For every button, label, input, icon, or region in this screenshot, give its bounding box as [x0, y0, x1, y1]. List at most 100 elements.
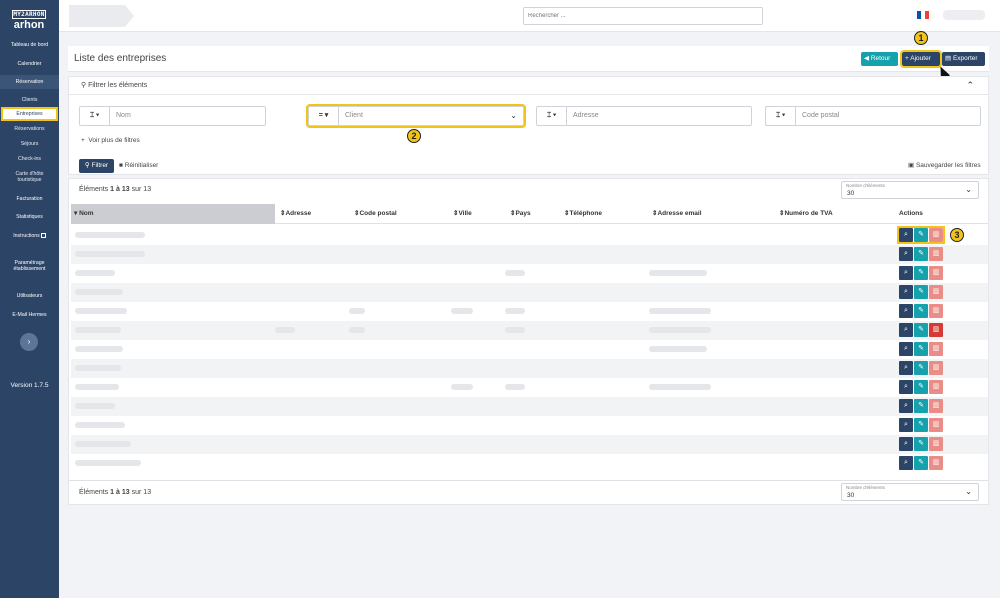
edit-icon[interactable]: ✎	[914, 342, 928, 356]
sidebar-item-reservation[interactable]: Réservation	[0, 75, 59, 89]
view-icon[interactable]: ⌕	[899, 285, 913, 299]
add-button[interactable]: + Ajouter	[900, 50, 942, 68]
sidebar-item-clients[interactable]: Clients	[0, 97, 59, 103]
table-row[interactable]: ⌕ ✎ ▥	[71, 283, 988, 302]
sidebar-item-email-hermes[interactable]: E-Mail Hermes	[0, 312, 59, 318]
delete-icon[interactable]: ▥	[929, 228, 943, 242]
table-row[interactable]: ⌕ ✎ ▥	[71, 340, 988, 359]
edit-icon[interactable]: ✎	[914, 456, 928, 470]
reset-filter-button[interactable]: ■ Réinitialiser	[119, 159, 179, 173]
view-icon[interactable]: ⌕	[899, 247, 913, 261]
view-icon[interactable]: ⌕	[899, 266, 913, 280]
view-icon[interactable]: ⌕	[899, 342, 913, 356]
page-size-select[interactable]: Nombre d'éléments 30 ⌄	[841, 181, 979, 199]
column-header-nom[interactable]: ▾ Nom	[71, 204, 275, 224]
page-size-select-bottom[interactable]: Nombre d'éléments 30 ⌄	[841, 483, 979, 501]
search-input[interactable]	[523, 7, 763, 25]
column-header-code-postal[interactable]: ⇕Code postal	[354, 204, 397, 224]
table-row[interactable]: ⌕ ✎ ▥	[71, 226, 988, 245]
sidebar-item-instructions[interactable]: Instructions	[0, 233, 59, 239]
column-header-ville[interactable]: ⇕Ville	[453, 204, 472, 224]
breadcrumb[interactable]	[69, 5, 134, 27]
table-row[interactable]: ⌕ ✎ ▥	[71, 321, 988, 340]
more-filters-link[interactable]: + Voir plus de filtres	[81, 137, 140, 144]
edit-icon[interactable]: ✎	[914, 399, 928, 413]
edit-icon[interactable]: ✎	[914, 380, 928, 394]
delete-icon[interactable]: ▥	[929, 437, 943, 451]
edit-icon[interactable]: ✎	[914, 304, 928, 318]
export-button[interactable]: ▤ Exporter	[942, 52, 985, 66]
delete-icon[interactable]: ▥	[929, 456, 943, 470]
sidebar-item-statistiques[interactable]: Statistiques	[0, 214, 59, 220]
app-logo[interactable]: MY2ARHON arhon	[12, 10, 46, 31]
apply-filter-button[interactable]: ⚲ Filtrer	[79, 159, 114, 173]
edit-icon[interactable]: ✎	[914, 437, 928, 451]
filter-adresse-input[interactable]: Adresse	[573, 107, 599, 125]
edit-icon[interactable]: ✎	[914, 228, 928, 242]
view-icon[interactable]: ⌕	[899, 228, 913, 242]
edit-icon[interactable]: ✎	[914, 247, 928, 261]
edit-icon[interactable]: ✎	[914, 285, 928, 299]
view-icon[interactable]: ⌕	[899, 361, 913, 375]
column-header-telephone[interactable]: ⇕Téléphone	[564, 204, 602, 224]
delete-icon[interactable]: ▥	[929, 342, 943, 356]
view-icon[interactable]: ⌕	[899, 380, 913, 394]
table-row[interactable]: ⌕ ✎ ▥	[71, 397, 988, 416]
view-icon[interactable]: ⌕	[899, 323, 913, 337]
sidebar-item-facturation[interactable]: Facturation	[0, 196, 59, 202]
edit-icon[interactable]: ✎	[914, 323, 928, 337]
filter-client-select[interactable]: Client	[345, 107, 363, 125]
column-header-tva[interactable]: ⇕Numéro de TVA	[779, 204, 833, 224]
view-icon[interactable]: ⌕	[899, 456, 913, 470]
column-header-adresse[interactable]: ⇕Adresse	[280, 204, 311, 224]
delete-icon[interactable]: ▥	[929, 285, 943, 299]
table-row[interactable]: ⌕ ✎ ▥	[71, 416, 988, 435]
table-row[interactable]: ⌕ ✎ ▥	[71, 264, 988, 283]
delete-icon[interactable]: ▥	[929, 266, 943, 280]
user-menu[interactable]	[943, 10, 985, 20]
delete-icon[interactable]: ▥	[929, 380, 943, 394]
view-icon[interactable]: ⌕	[899, 418, 913, 432]
table-row[interactable]: ⌕ ✎ ▥	[71, 359, 988, 378]
sidebar-item-entreprises[interactable]: Entreprises	[1, 107, 58, 121]
sidebar-item-calendrier[interactable]: Calendrier	[0, 61, 59, 67]
view-icon[interactable]: ⌕	[899, 399, 913, 413]
filter-code-postal-input[interactable]: Code postal	[802, 107, 839, 125]
sidebar-item-check-ins[interactable]: Check-ins	[0, 156, 59, 162]
filter-client[interactable]: = ▾ Client ⌄	[306, 104, 526, 128]
edit-icon[interactable]: ✎	[914, 266, 928, 280]
column-header-email[interactable]: ⇕Adresse email	[652, 204, 702, 224]
edit-icon[interactable]: ✎	[914, 418, 928, 432]
delete-icon[interactable]: ▥	[929, 247, 943, 261]
filter-operator-code-postal[interactable]: ⌶ ▾	[766, 107, 796, 125]
back-button[interactable]: ◀ Retour	[861, 52, 898, 66]
view-icon[interactable]: ⌕	[899, 304, 913, 318]
filter-adresse[interactable]: ⌶ ▾ Adresse	[536, 106, 752, 126]
column-header-pays[interactable]: ⇕Pays	[510, 204, 531, 224]
sidebar-item-tableau-de-bord[interactable]: Tableau de bord	[0, 42, 59, 48]
delete-icon[interactable]: ▥	[929, 304, 943, 318]
filter-nom[interactable]: ⌶ ▾ Nom	[79, 106, 266, 126]
delete-icon[interactable]: ▥	[929, 323, 943, 337]
sidebar-item-reservations[interactable]: Réservations	[0, 126, 59, 132]
table-row[interactable]: ⌕ ✎ ▥	[71, 378, 988, 397]
sidebar-item-carte-hote[interactable]: Carte d'hôte touristique	[0, 171, 59, 183]
chevron-up-icon[interactable]: ⌃	[966, 80, 974, 91]
filter-nom-input[interactable]: Nom	[116, 107, 131, 125]
table-row[interactable]: ⌕ ✎ ▥	[71, 435, 988, 454]
table-row[interactable]: ⌕ ✎ ▥	[71, 302, 988, 321]
filter-operator-adresse[interactable]: ⌶ ▾	[537, 107, 567, 125]
filter-operator-client[interactable]: = ▾	[309, 107, 339, 125]
filter-operator-nom[interactable]: ⌶ ▾	[80, 107, 110, 125]
language-flag-icon[interactable]	[917, 11, 929, 19]
table-row[interactable]: ⌕ ✎ ▥	[71, 454, 988, 473]
table-row[interactable]: ⌕ ✎ ▥	[71, 245, 988, 264]
filter-panel-header[interactable]: ⚲ Filtrer les éléments	[69, 77, 988, 95]
view-icon[interactable]: ⌕	[899, 437, 913, 451]
filter-code-postal[interactable]: ⌶ ▾ Code postal	[765, 106, 981, 126]
sidebar-collapse-button[interactable]: ›	[20, 333, 38, 351]
delete-icon[interactable]: ▥	[929, 361, 943, 375]
sidebar-item-sejours[interactable]: Séjours	[0, 141, 59, 147]
sidebar-item-parametrage[interactable]: Paramétrage établissement	[0, 260, 59, 272]
save-filters-button[interactable]: ▣ Sauvegarder les filtres	[908, 159, 988, 173]
